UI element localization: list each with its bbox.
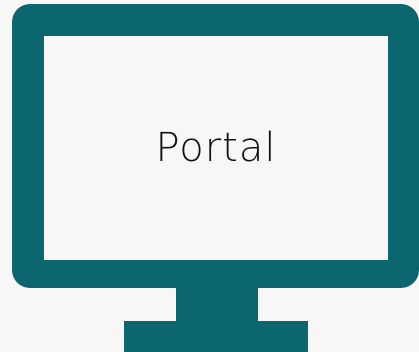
monitor-neck xyxy=(176,288,258,322)
portal-monitor-graphic: Portal xyxy=(0,0,419,352)
monitor-base xyxy=(124,321,308,352)
screen-label: Portal xyxy=(155,125,277,171)
